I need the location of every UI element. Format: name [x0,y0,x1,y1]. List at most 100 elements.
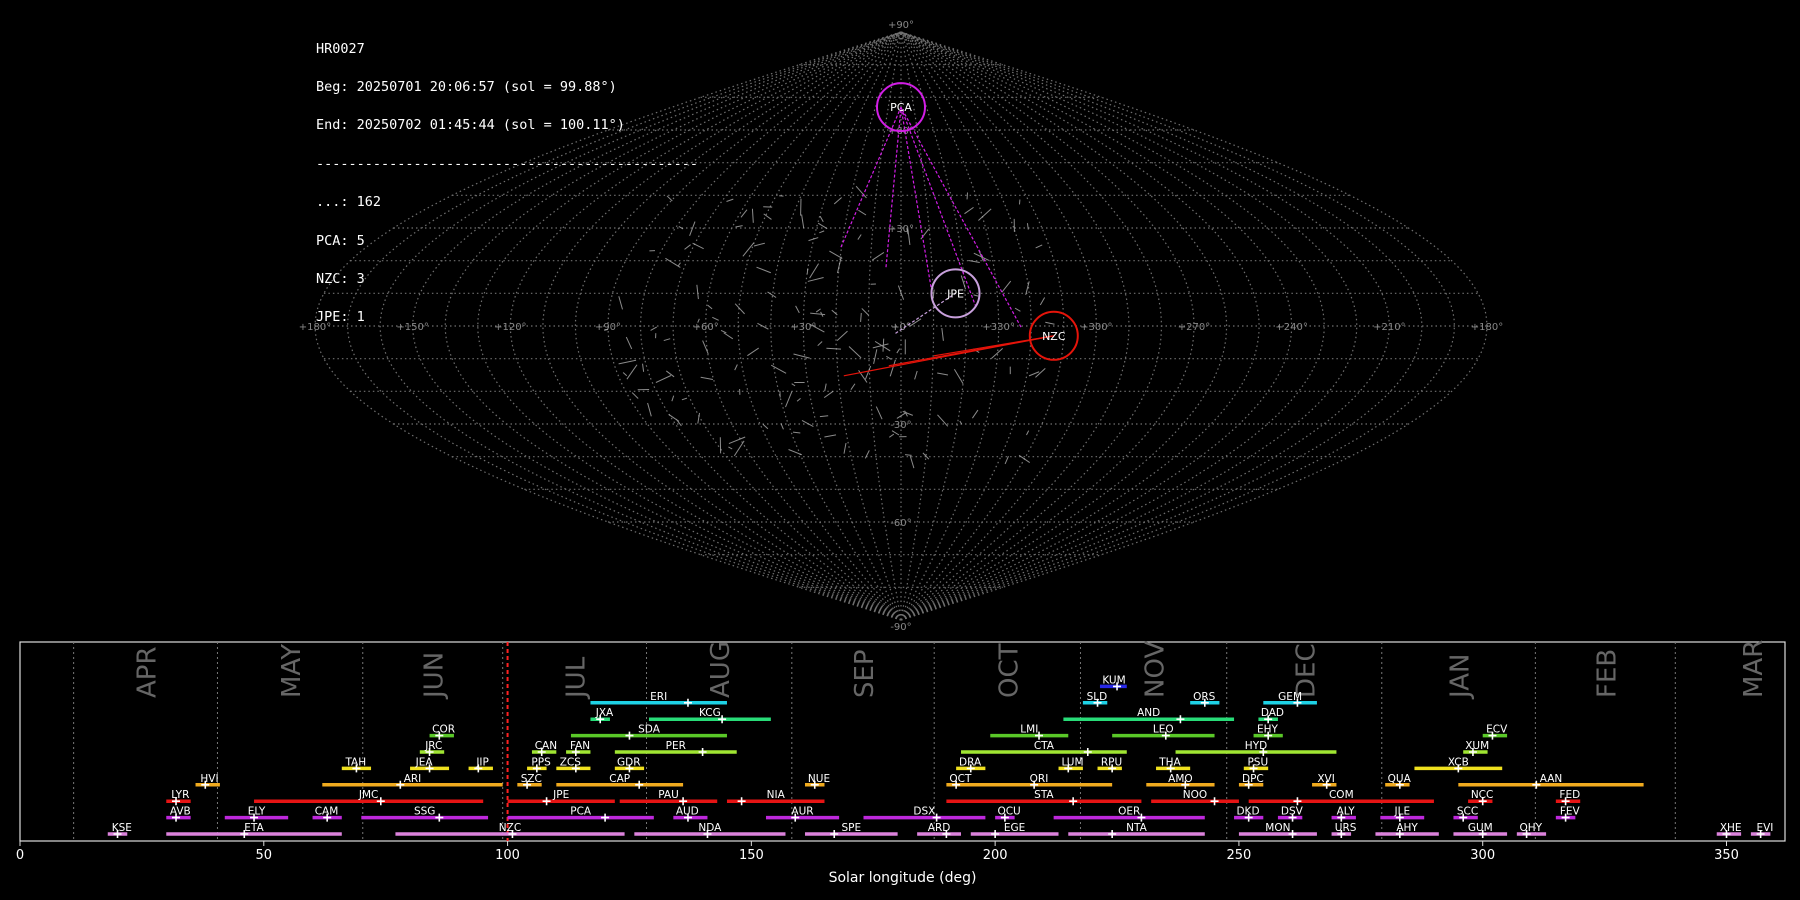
shower-label-scc: SCC [1457,806,1478,818]
shower-peak-marker [737,797,746,806]
shower-peak-marker [1337,813,1346,822]
x-tick-label: 0 [16,848,24,863]
shower-peak-marker [172,813,181,822]
longitude-label: +180° [1471,322,1503,333]
longitude-label: +270° [1178,322,1210,333]
month-label: DEC [1291,643,1321,698]
shower-label-ahy: AHY [1396,822,1418,834]
latitude-label: +30° [888,224,914,235]
sporadic-trail [647,402,652,417]
shower-peak-marker [537,748,546,756]
sporadic-trail [707,304,713,310]
shower-peak-marker [474,764,483,773]
shower-peak-marker [810,780,819,789]
sporadic-trail [1001,280,1012,293]
shower-peak-marker [1161,731,1170,740]
shower-label-ard: ARD [928,822,951,834]
shower-label-gum: GUM [1468,822,1493,834]
longitude-label: +30° [790,322,816,333]
shower-peak-marker [1722,830,1731,838]
sporadic-trail [723,332,734,340]
shower-peak-marker [1293,698,1302,707]
sporadic-trail [968,260,980,263]
sporadic-trail [740,209,748,218]
shower-label-cor: COR [432,724,455,736]
sporadic-trail [914,370,918,380]
sporadic-trail [819,415,829,418]
sporadic-trail [953,369,964,384]
shower-peak-marker [1030,780,1039,789]
shower-label-pca: PCA [570,806,592,818]
sporadic-trail [792,431,801,434]
shower-label-nue: NUE [808,773,830,785]
shower-peak-marker [523,780,532,789]
shower-peak-marker [532,764,541,773]
shower-peak-marker [635,780,644,789]
latitude-label: -90° [890,622,911,630]
shower-peak-marker [1756,830,1765,838]
sporadic-trail [696,284,699,300]
shower-label-lyr: LYR [171,789,189,801]
sporadic-trail [720,330,727,334]
shower-label-dsx: DSX [913,806,935,818]
shower-label-lum: LUM [1061,756,1083,768]
shower-label-pps: PPS [531,756,551,768]
month-label: NOV [1141,641,1171,698]
shower-label-sld: SLD [1087,691,1108,703]
sporadic-trail [973,294,979,297]
sporadic-trail [1045,321,1055,325]
sporadic-trail [650,326,658,331]
sporadic-trail [826,347,842,350]
sporadic-trail [801,214,805,229]
longitude-label: +90° [595,322,621,333]
shower-label-fed: FED [1559,789,1580,801]
shower-peak-marker [601,813,610,822]
sporadic-trail [622,372,628,377]
longitude-label: +330° [982,322,1014,333]
sporadic-trail [1026,223,1029,230]
shower-label-jrc: JRC [424,740,442,752]
sporadic-trail [889,359,896,377]
longitude-label: +180° [299,322,331,333]
x-tick-label: 150 [739,848,764,863]
sporadic-trail [991,348,1003,359]
shower-peak-marker [1093,698,1102,707]
shower-peak-marker [1137,813,1146,822]
shower-peak-marker [991,830,1000,838]
shower-peak-marker [1561,797,1570,806]
radiant-trail [900,107,932,288]
shower-peak-marker [1069,797,1078,806]
shower-peak-marker [1322,780,1331,789]
shower-label-jmc: JMC [358,789,379,801]
shower-label-pau: PAU [658,789,679,801]
sporadic-trail [793,353,810,359]
sporadic-trail [843,442,847,454]
latitude-label: +90° [888,20,914,31]
shower-peak-marker [1478,797,1487,806]
shower-peak-marker [596,715,605,724]
shower-peak-marker [1459,813,1468,822]
shower-label-gem: GEM [1278,691,1302,703]
shower-peak-marker [323,813,332,822]
shower-peak-marker [1395,780,1404,789]
shower-peak-marker [625,764,634,773]
shower-label-and: AND [1137,707,1160,719]
shower-peak-marker [1337,830,1346,838]
shower-peak-marker [1288,830,1297,838]
sporadic-trail [1014,307,1021,312]
shower-label-sta: STA [1034,789,1054,801]
sporadic-trail [734,364,738,371]
shower-label-nzc: NZC [499,822,521,834]
sporadic-trail [833,197,842,205]
sporadic-trail [770,364,787,374]
timeline-frame [19,641,1786,842]
sporadic-trail [860,313,862,322]
shower-label-nta: NTA [1126,822,1147,834]
sporadic-trail [1004,455,1009,465]
shower-label-ely: ELY [248,806,266,818]
sporadic-trail [824,383,827,392]
shower-peak-marker [1176,715,1185,724]
sporadic-trail [864,365,872,380]
shower-label-aly: ALY [1337,806,1356,818]
sporadic-trail [861,308,869,316]
